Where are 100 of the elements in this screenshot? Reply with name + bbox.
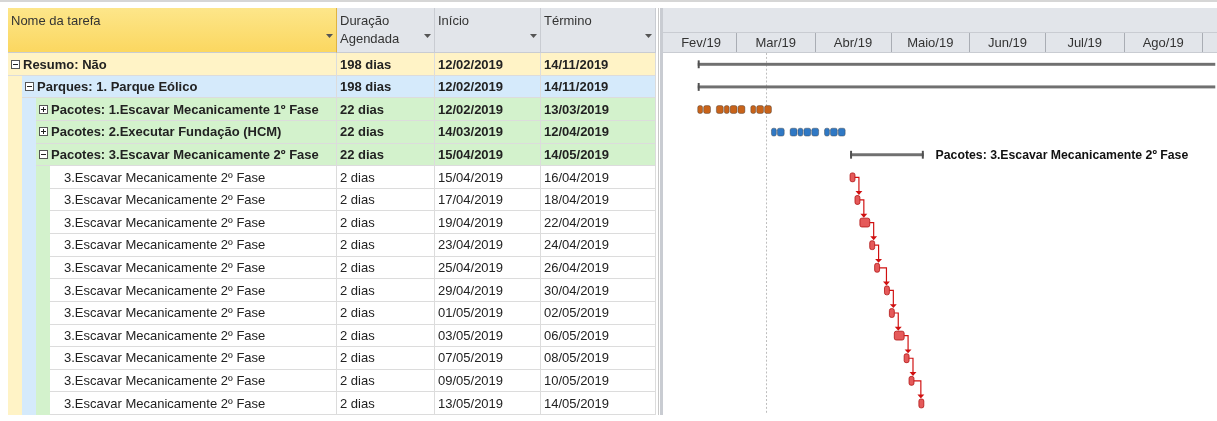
task-name: Pacotes: 3.Escavar Mecanicamente 2º Fase bbox=[51, 146, 319, 162]
task-bar bbox=[918, 398, 925, 409]
task-name: 3.Escavar Mecanicamente 2º Fase bbox=[64, 350, 266, 366]
table-cell: 12/04/2019 bbox=[541, 121, 656, 144]
table-cell: 23/04/2019 bbox=[435, 234, 541, 257]
task-name: 3.Escavar Mecanicamente 2º Fase bbox=[64, 327, 266, 343]
outline-level-strip bbox=[8, 392, 22, 415]
month-label: Abr/19 bbox=[815, 32, 892, 53]
expand-icon[interactable] bbox=[39, 127, 48, 137]
table-cell: 2 dias bbox=[337, 166, 435, 189]
collapse-icon[interactable] bbox=[25, 82, 34, 92]
task-name: 3.Escavar Mecanicamente 2º Fase bbox=[64, 169, 266, 185]
table-cell: 12/02/2019 bbox=[435, 75, 541, 99]
task-name: 3.Escavar Mecanicamente 2º Fase bbox=[64, 305, 266, 321]
column-header[interactable]: Término bbox=[541, 8, 656, 54]
table-cell: 12/02/2019 bbox=[435, 53, 541, 76]
link-arrow bbox=[908, 357, 917, 377]
column-header[interactable]: Duração Agendada bbox=[337, 8, 435, 54]
dropdown-caret-icon[interactable] bbox=[424, 34, 431, 39]
task-name: 3.Escavar Mecanicamente 2º Fase bbox=[64, 192, 266, 208]
table-cell: 03/05/2019 bbox=[435, 324, 541, 348]
table-cell: 2 dias bbox=[337, 256, 435, 280]
task-name: Pacotes: 1.Escavar Mecanicamente 1º Fase bbox=[51, 101, 319, 117]
table-cell: 2 dias bbox=[337, 188, 435, 212]
month-label: Mar/19 bbox=[737, 32, 816, 53]
column-header[interactable]: Início bbox=[435, 8, 541, 54]
month-label: Jul/19 bbox=[1046, 32, 1125, 53]
table-cell: 26/04/2019 bbox=[541, 256, 656, 280]
table-cell: 17/04/2019 bbox=[435, 188, 541, 212]
table-cell: 14/11/2019 bbox=[541, 75, 656, 99]
task-bar bbox=[874, 263, 880, 273]
link-arrow bbox=[859, 199, 868, 218]
table-cell: 15/04/2019 bbox=[435, 143, 541, 167]
task-bar bbox=[869, 240, 876, 251]
task-name: Pacotes: 2.Executar Fundação (HCM) bbox=[51, 124, 282, 140]
dropdown-caret-icon[interactable] bbox=[530, 34, 537, 39]
table-cell: 18/04/2019 bbox=[541, 188, 656, 212]
link-arrow bbox=[879, 267, 890, 286]
month-label: Jun/19 bbox=[970, 32, 1046, 53]
table-cell: 14/11/2019 bbox=[541, 53, 656, 76]
dropdown-caret-icon[interactable] bbox=[326, 34, 333, 39]
table-cell: 2 dias bbox=[337, 211, 435, 235]
table-cell: 14/05/2019 bbox=[541, 143, 656, 167]
expand-icon[interactable] bbox=[39, 104, 48, 114]
task-bar bbox=[884, 285, 890, 296]
task-name: 3.Escavar Mecanicamente 2º Fase bbox=[64, 237, 266, 253]
task-bar bbox=[854, 195, 861, 206]
table-cell: 15/04/2019 bbox=[435, 166, 541, 189]
task-bar bbox=[889, 308, 895, 319]
table-cell: 22/04/2019 bbox=[541, 211, 656, 235]
table-cell: 29/04/2019 bbox=[435, 279, 541, 302]
link-arrow bbox=[888, 290, 897, 309]
table-cell: 12/02/2019 bbox=[435, 98, 541, 122]
table-cell: 22 dias bbox=[337, 98, 435, 122]
outline-level-strip bbox=[22, 392, 36, 415]
table-cell: 02/05/2019 bbox=[541, 301, 656, 325]
table-cell: 14/03/2019 bbox=[435, 121, 541, 144]
table-cell: 2 dias bbox=[337, 392, 435, 415]
table-cell: 2 dias bbox=[337, 279, 435, 302]
bar-label: Pacotes: 3.Escavar Mecanicamente 2º Fase bbox=[935, 147, 1189, 162]
task-bar bbox=[903, 353, 910, 364]
month-label: Maio/19 bbox=[891, 32, 970, 53]
table-cell: 2 dias bbox=[337, 324, 435, 348]
table-cell: 30/04/2019 bbox=[541, 279, 656, 302]
table-cell: 24/04/2019 bbox=[541, 234, 656, 257]
table-cell: 198 dias bbox=[337, 53, 435, 76]
task-name: 3.Escavar Mecanicamente 2º Fase bbox=[64, 214, 266, 230]
table-cell: 19/04/2019 bbox=[435, 211, 541, 235]
table-cell: 2 dias bbox=[337, 369, 435, 393]
task-bar bbox=[893, 331, 905, 341]
link-arrow bbox=[854, 177, 863, 196]
table-cell: 13/05/2019 bbox=[435, 392, 541, 415]
link-arrow bbox=[893, 312, 902, 331]
table-cell: 22 dias bbox=[337, 121, 435, 144]
month-label: Fev/19 bbox=[666, 32, 737, 53]
table-cell: 06/05/2019 bbox=[541, 324, 656, 348]
table-cell: 2 dias bbox=[337, 301, 435, 325]
task-name: Parques: 1. Parque Eólico bbox=[37, 79, 198, 95]
collapse-icon[interactable] bbox=[11, 59, 20, 69]
outline-level-strip bbox=[36, 392, 50, 415]
column-header[interactable]: Nome da tarefa bbox=[8, 8, 337, 54]
link-arrow bbox=[903, 335, 912, 354]
task-name: Resumo: Não bbox=[23, 56, 107, 72]
task-bar bbox=[859, 218, 871, 228]
table-cell: 2 dias bbox=[337, 347, 435, 370]
link-arrow bbox=[869, 222, 878, 241]
task-name: 3.Escavar Mecanicamente 2º Fase bbox=[64, 373, 266, 389]
collapse-icon[interactable] bbox=[39, 149, 48, 159]
table-cell: 01/05/2019 bbox=[435, 301, 541, 325]
table-cell: 198 dias bbox=[337, 75, 435, 99]
link-arrow bbox=[874, 244, 883, 264]
task-bar bbox=[849, 172, 856, 183]
table-cell: 07/05/2019 bbox=[435, 347, 541, 370]
table-cell: 10/05/2019 bbox=[541, 369, 656, 393]
task-name: 3.Escavar Mecanicamente 2º Fase bbox=[64, 260, 266, 275]
task-bar bbox=[908, 376, 915, 386]
table-cell: 16/04/2019 bbox=[541, 166, 656, 189]
task-name: 3.Escavar Mecanicamente 2º Fase bbox=[64, 282, 266, 298]
dropdown-caret-icon[interactable] bbox=[645, 34, 652, 39]
month-label: Ago/19 bbox=[1124, 32, 1203, 53]
